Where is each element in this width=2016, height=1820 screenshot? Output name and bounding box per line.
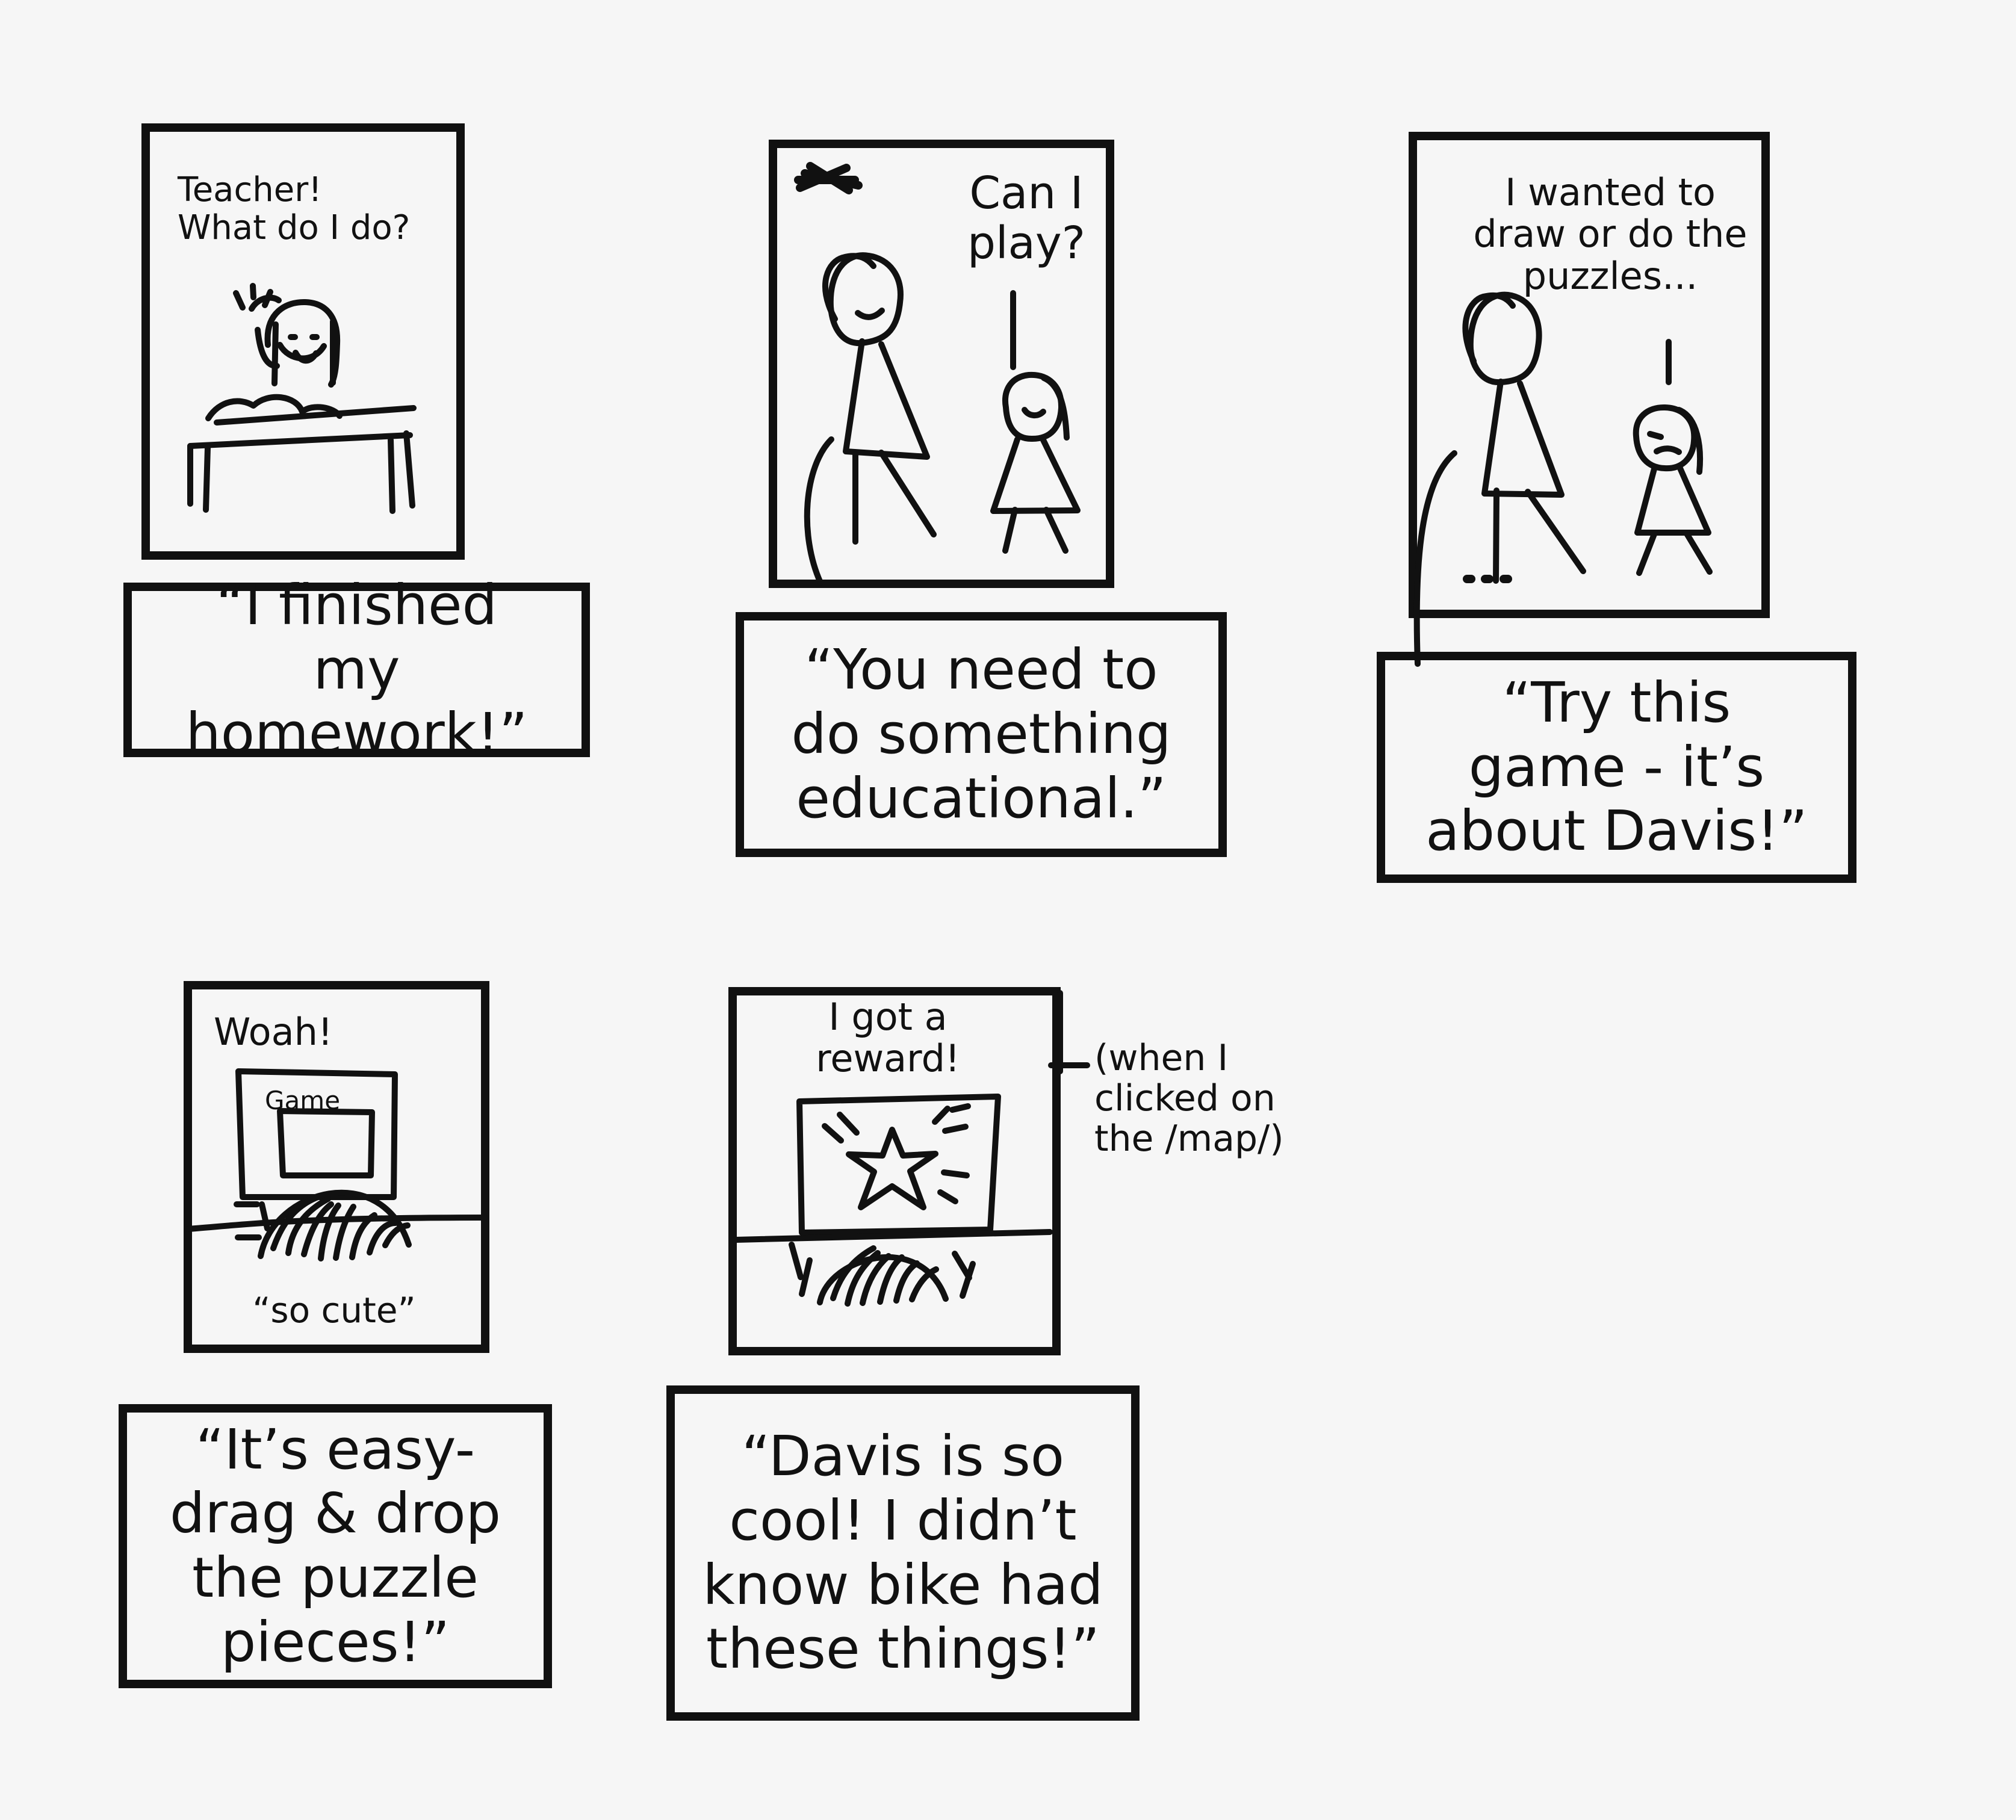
panel-5-illustration [733, 990, 1090, 1307]
child-figure-icon [233, 283, 341, 388]
panel-5-side-note: (when I clicked on the /map/) [1094, 1037, 1284, 1160]
child-back-icon [258, 1189, 412, 1261]
panel-4-speech: Woah! [214, 1010, 333, 1054]
child-figure-icon [990, 290, 1081, 554]
panel-1-speech: Teacher! What do I do? [178, 170, 411, 247]
panel-1-caption: “I finished my homework!” [123, 573, 590, 766]
child-back-icon [733, 1229, 1053, 1307]
panel-2-caption: “You need to do something educational.” [736, 612, 1227, 857]
adult-figure-icon [804, 252, 937, 586]
desk-icon [187, 394, 417, 514]
panel-5-caption: “Davis is so cool! I didn’t know bike ha… [666, 1385, 1140, 1721]
panel-4-screen-label: Game [265, 1086, 341, 1115]
star-icon [822, 1103, 971, 1210]
adult-figure-icon [1413, 291, 1586, 667]
panel-4-subtext: “so cute” [252, 1290, 416, 1331]
panel-2-illustration [794, 162, 1081, 586]
child-figure-icon [1633, 339, 1713, 576]
panel-4-caption: “It’s easy- drag & drop the puzzle piece… [119, 1404, 552, 1688]
storyboard-paper: Teacher! What do I do? “I finished my ho… [0, 0, 2016, 1820]
screen-icon [796, 1094, 1001, 1236]
panel-1-illustration [187, 283, 417, 514]
panel-3-caption: “Try this game - it’s about Davis!” [1377, 652, 1856, 883]
